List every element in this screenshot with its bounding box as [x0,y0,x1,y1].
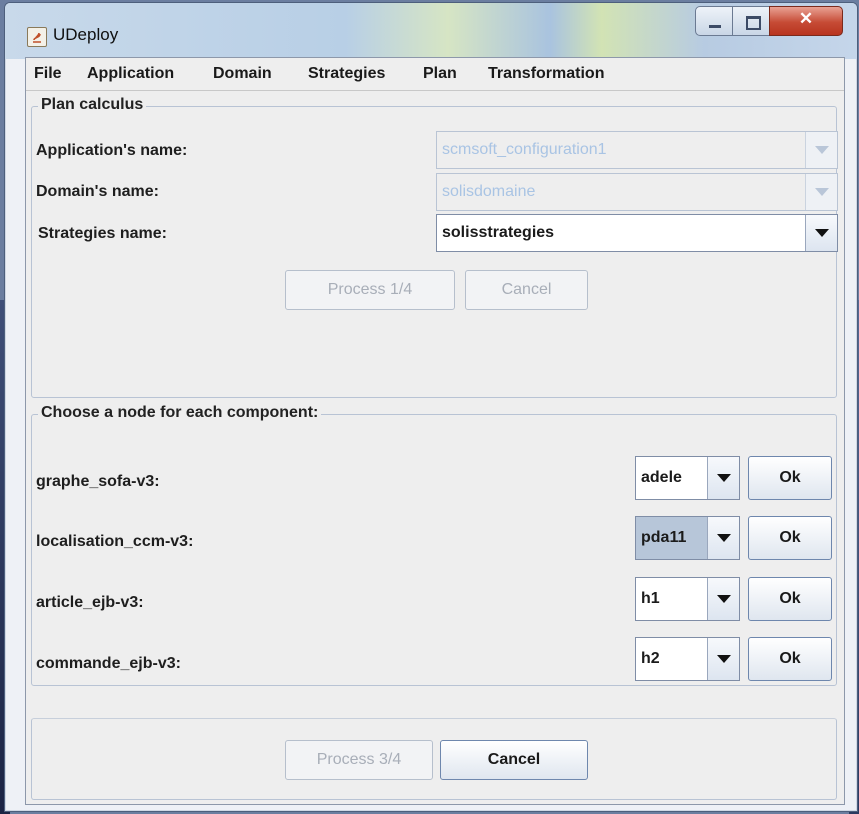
application-name-value: scmsoft_configuration1 [442,141,607,158]
domain-name-label: Domain's name: [36,183,159,200]
components-group: Choose a node for each component: graphe… [31,404,837,686]
chevron-down-icon [815,146,829,154]
chevron-down-icon [717,534,731,542]
node-value: adele [641,469,682,486]
plan-cancel-button: Cancel [465,270,588,310]
component-label: localisation_ccm-v3: [36,533,194,550]
strategies-name-combo[interactable]: solisstrategies [436,214,838,252]
node-combo[interactable]: pda11 [635,516,740,560]
plan-calculus-title: Plan calculus [38,96,147,114]
component-label: graphe_sofa-v3: [36,473,160,490]
domain-dropdown-button [805,174,837,210]
node-value: h2 [641,650,660,667]
udeploy-window: UDeploy ✕ File Application Domain Strate… [4,2,858,812]
chevron-down-icon [717,595,731,603]
close-icon: ✕ [798,9,814,28]
node-value: h1 [641,590,660,607]
footer-cancel-button[interactable]: Cancel [440,740,588,780]
chevron-down-icon [815,188,829,196]
menu-plan[interactable]: Plan [423,65,457,83]
ok-button[interactable]: Ok [748,577,832,621]
minimize-icon [709,25,721,28]
components-title: Choose a node for each component: [38,404,322,422]
node-value: pda11 [641,529,687,546]
chevron-down-icon [717,474,731,482]
component-label: article_ejb-v3: [36,594,144,611]
chevron-down-icon [717,655,731,663]
menu-domain[interactable]: Domain [213,65,272,83]
domain-name-value: solisdomaine [442,183,536,200]
menu-transformation[interactable]: Transformation [488,65,604,83]
menu-application[interactable]: Application [87,65,174,83]
ok-button[interactable]: Ok [748,456,832,500]
strategies-dropdown-button[interactable] [805,215,837,251]
plan-calculus-group: Plan calculus Application's name: scmsof… [31,96,838,398]
menu-strategies[interactable]: Strategies [308,65,385,83]
menu-file[interactable]: File [34,65,62,83]
close-button[interactable]: ✕ [769,6,843,36]
node-dropdown-button[interactable] [707,578,739,620]
application-name-label: Application's name: [36,142,188,159]
component-label: commande_ejb-v3: [36,655,181,672]
strategies-name-value: solisstrategies [442,224,555,241]
ok-button[interactable]: Ok [748,516,832,560]
node-combo[interactable]: h2 [635,637,740,681]
node-combo[interactable]: h1 [635,577,740,621]
menu-bar: File Application Domain Strategies Plan … [26,58,844,91]
java-app-icon [27,27,47,47]
ok-button[interactable]: Ok [748,637,832,681]
strategies-name-label: Strategies name: [38,225,167,242]
client-area: File Application Domain Strategies Plan … [25,57,845,805]
maximize-button[interactable] [732,6,770,36]
minimize-button[interactable] [695,6,733,36]
process-3-4-button: Process 3/4 [285,740,433,780]
window-title: UDeploy [53,25,119,44]
process-1-4-button: Process 1/4 [285,270,455,310]
application-dropdown-button [805,132,837,168]
application-name-combo: scmsoft_configuration1 [436,131,838,169]
node-combo[interactable]: adele [635,456,740,500]
chevron-down-icon [815,229,829,237]
footer-panel: Process 3/4 Cancel [31,718,837,800]
domain-name-combo: solisdomaine [436,173,838,211]
title-bar[interactable]: UDeploy ✕ [5,3,857,59]
node-dropdown-button[interactable] [707,457,739,499]
node-dropdown-button[interactable] [707,638,739,680]
maximize-icon [746,16,761,30]
node-dropdown-button[interactable] [707,517,739,559]
